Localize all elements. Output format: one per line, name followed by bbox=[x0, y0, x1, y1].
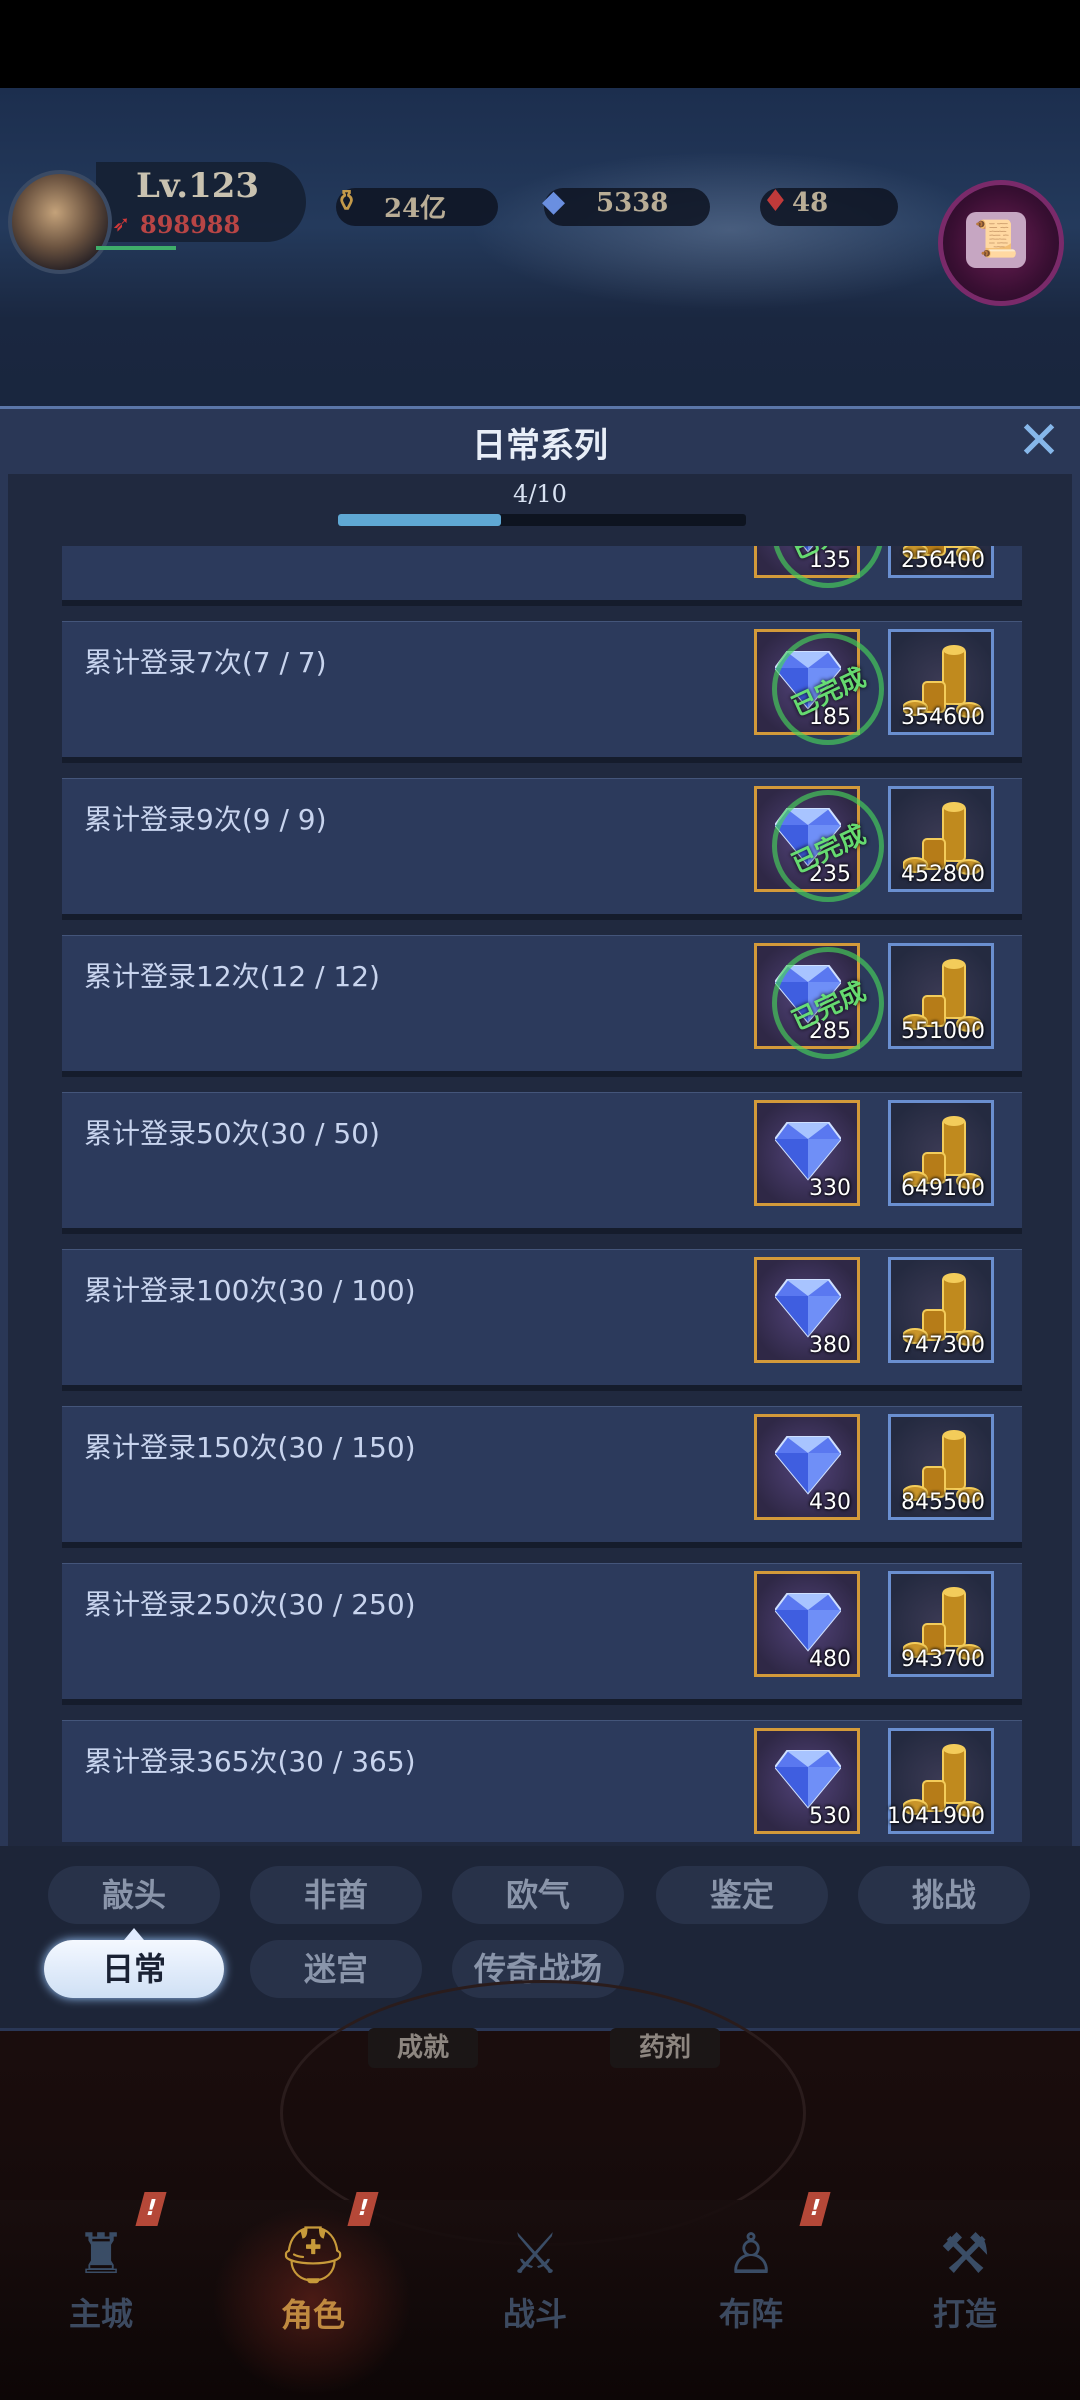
task-card: 累计登录100次(30 / 100) 380 747300 bbox=[62, 1249, 1022, 1385]
reward-gold[interactable]: 256400 bbox=[888, 546, 994, 578]
reward-gold[interactable]: 943700 bbox=[888, 1571, 994, 1677]
task-card: 累计登录50次(30 / 50) 330 649100 bbox=[62, 1092, 1022, 1228]
tab-row2-0[interactable]: 日常 bbox=[44, 1928, 224, 1998]
task-title: 累计登录100次(30 / 100) bbox=[84, 1274, 416, 1307]
reward-diamond[interactable]: 330 bbox=[754, 1100, 860, 1206]
exp-bar bbox=[96, 246, 176, 250]
progress-fill bbox=[338, 514, 502, 526]
castle-icon: ♜ bbox=[75, 2222, 127, 2287]
task-card: 累计登录365次(30 / 365) 530 1041900 bbox=[62, 1720, 1022, 1842]
completed-stamp: 已完成 bbox=[772, 790, 884, 902]
gold-amount: 24亿 bbox=[384, 194, 447, 224]
reward-gold-amount: 354600 bbox=[901, 705, 985, 730]
diamond-icon: ◆ bbox=[542, 184, 566, 219]
completed-stamp: 已完成 bbox=[772, 633, 884, 745]
crossed-swords-icon: ⚔ bbox=[509, 2222, 561, 2287]
player-level: Lv.123 bbox=[136, 166, 260, 206]
helmet-icon: ⛑ bbox=[277, 2223, 349, 2288]
reward-gold-amount: 747300 bbox=[901, 1333, 985, 1358]
reward-gold[interactable]: 1041900 bbox=[887, 1728, 994, 1834]
task-title: 累计登录7次(7 / 7) bbox=[84, 646, 327, 679]
reward-gold-amount: 943700 bbox=[901, 1647, 985, 1672]
task-title: 累计登录50次(30 / 50) bbox=[84, 1117, 380, 1150]
nav-label: 主城 bbox=[68, 2295, 133, 2333]
tab-0[interactable]: 敲头 bbox=[48, 1866, 220, 1924]
reward-diamond[interactable]: 480 bbox=[754, 1571, 860, 1677]
player-avatar[interactable] bbox=[8, 170, 112, 274]
reward-gold-amount: 551000 bbox=[901, 1019, 985, 1044]
diamond-icon bbox=[773, 1435, 843, 1495]
task-card: 累计登录9次(9 / 9) 235 452800 已完成 bbox=[62, 778, 1022, 914]
diamond-icon bbox=[773, 1592, 843, 1652]
task-list[interactable]: 135256400已完成累计登录7次(7 / 7)185354600已完成累计登… bbox=[8, 546, 1072, 1842]
task-title: 累计登录9次(9 / 9) bbox=[84, 803, 327, 836]
reward-diamond-amount: 480 bbox=[809, 1647, 851, 1672]
task-title: 累计登录12次(12 / 12) bbox=[84, 960, 380, 993]
nav-label: 打造 bbox=[932, 2295, 997, 2333]
reward-diamond[interactable]: 380 bbox=[754, 1257, 860, 1363]
anvil-icon: ⚒ bbox=[939, 2222, 991, 2287]
achievement-label[interactable]: 成就 bbox=[368, 2028, 478, 2068]
task-card: 累计登录250次(30 / 250) 480 943700 bbox=[62, 1563, 1022, 1699]
completed-stamp-text: 已完成 bbox=[787, 662, 871, 723]
nav-label: 战斗 bbox=[502, 2295, 567, 2333]
diamond-icon bbox=[773, 1749, 843, 1809]
crystal-amount: 48 bbox=[792, 188, 829, 218]
reward-gold-amount: 1041900 bbox=[887, 1804, 985, 1829]
background-cloud bbox=[470, 150, 990, 310]
reward-gold-amount: 256400 bbox=[901, 548, 985, 573]
reward-gold-amount: 845500 bbox=[901, 1490, 985, 1515]
reward-diamond-amount: 430 bbox=[809, 1490, 851, 1515]
reward-diamond-amount: 530 bbox=[809, 1804, 851, 1829]
diamond-amount: 5338 bbox=[596, 188, 669, 218]
progress-text: 4/10 bbox=[513, 480, 567, 508]
blood-crystal-icon: ♦ bbox=[762, 184, 789, 219]
nav-label: 角色 bbox=[280, 2296, 345, 2334]
completed-stamp: 已完成 bbox=[772, 546, 884, 588]
diamond-icon bbox=[773, 1278, 843, 1338]
completed-stamp-text: 已完成 bbox=[787, 976, 871, 1037]
nav-crossed-swords[interactable]: ⚔ 战斗 bbox=[460, 2200, 610, 2370]
player-power: 898988 bbox=[140, 210, 241, 239]
nav-label: 布阵 bbox=[718, 2295, 783, 2333]
scroll-icon: 📜 bbox=[966, 212, 1026, 268]
task-card: 累计登录12次(12 / 12) 285 551000 已完成 bbox=[62, 935, 1022, 1071]
task-card: 累计登录7次(7 / 7) 185 354600 已完成 bbox=[62, 621, 1022, 757]
reward-gold[interactable]: 747300 bbox=[888, 1257, 994, 1363]
reward-diamond[interactable]: 530 bbox=[754, 1728, 860, 1834]
reward-diamond-amount: 330 bbox=[809, 1176, 851, 1201]
status-bar bbox=[0, 0, 1080, 88]
completed-stamp-text: 已完成 bbox=[787, 819, 871, 880]
tab-row2-1[interactable]: 迷宫 bbox=[250, 1940, 422, 1998]
tab-4[interactable]: 挑战 bbox=[858, 1866, 1030, 1924]
panel-title: 日常系列 bbox=[472, 426, 608, 466]
reward-gold[interactable]: 354600 bbox=[888, 629, 994, 735]
reward-diamond[interactable]: 430 bbox=[754, 1414, 860, 1520]
close-button[interactable]: ✕ bbox=[1014, 415, 1064, 467]
nav-anvil[interactable]: ⚒ 打造 bbox=[890, 2200, 1040, 2370]
tab-2[interactable]: 欧气 bbox=[452, 1866, 624, 1924]
task-title: 累计登录365次(30 / 365) bbox=[84, 1745, 416, 1778]
task-title: 累计登录150次(30 / 150) bbox=[84, 1431, 416, 1464]
task-title: 累计登录250次(30 / 250) bbox=[84, 1588, 416, 1621]
reward-diamond-amount: 380 bbox=[809, 1333, 851, 1358]
diamond-icon bbox=[773, 1121, 843, 1181]
reward-gold-amount: 649100 bbox=[901, 1176, 985, 1201]
reward-gold[interactable]: 649100 bbox=[888, 1100, 994, 1206]
reward-gold[interactable]: 551000 bbox=[888, 943, 994, 1049]
formation-icon: ♙ bbox=[725, 2222, 777, 2287]
completed-stamp: 已完成 bbox=[772, 947, 884, 1059]
tab-3[interactable]: 鉴定 bbox=[656, 1866, 828, 1924]
tab-1[interactable]: 非酋 bbox=[250, 1866, 422, 1924]
reward-gold-amount: 452800 bbox=[901, 862, 985, 887]
potion-label[interactable]: 药剂 bbox=[610, 2028, 720, 2068]
task-card: 135256400已完成 bbox=[62, 546, 1022, 600]
power-icon: ➶ bbox=[112, 212, 131, 237]
reward-gold[interactable]: 845500 bbox=[888, 1414, 994, 1520]
completed-stamp-text: 已完成 bbox=[774, 546, 882, 572]
task-card: 累计登录150次(30 / 150) 430 845500 bbox=[62, 1406, 1022, 1542]
reward-gold[interactable]: 452800 bbox=[888, 786, 994, 892]
gold-coin-icon: ⚱ bbox=[334, 184, 360, 219]
